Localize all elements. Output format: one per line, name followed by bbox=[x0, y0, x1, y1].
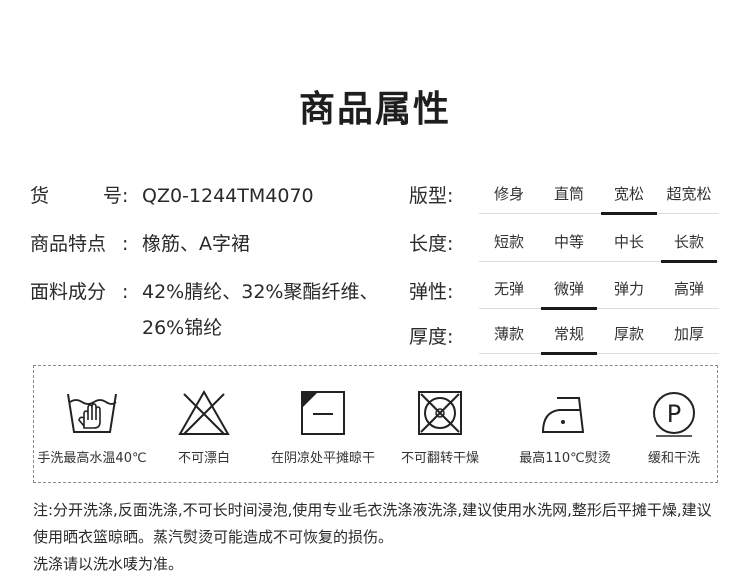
care-notes-text: 注:分开洗涤,反面洗涤,不可长时间浸泡,使用专业毛衣洗涤液洗涤,建议使用水洗网,… bbox=[33, 501, 712, 546]
care-label: 手洗最高水温40℃ bbox=[37, 451, 147, 466]
attr-thickness-label: 厚度: bbox=[409, 326, 454, 348]
attr-thickness-options: 薄款 常规 厚款 加厚 bbox=[479, 319, 719, 355]
attr-fit-options: 修身 直筒 宽松 超宽松 bbox=[479, 179, 719, 215]
attr-fit-label: 版型: bbox=[409, 185, 454, 207]
care-label: 不可翻转干燥 bbox=[400, 451, 479, 466]
care-label: 不可漂白 bbox=[177, 451, 230, 466]
iron-icon bbox=[541, 397, 585, 433]
care-instructions-panel: 手洗最高水温40℃ 不可漂白 在阴凉处平摊晾干 不可翻转干燥 最高110℃熨烫 bbox=[33, 365, 718, 483]
attr-fit-option-selected: 宽松 bbox=[599, 179, 659, 215]
care-label: 在阴凉处平摊晾干 bbox=[270, 451, 375, 466]
no-bleach-icon bbox=[178, 389, 230, 435]
spec-item-number-label-char: 货 bbox=[30, 185, 50, 207]
care-item-flat-dry-shade: 在阴凉处平摊晾干 bbox=[263, 388, 383, 468]
spec-item-number-value: QZ0-1244TM4070 bbox=[142, 185, 314, 207]
care-item-iron: 最高110℃熨烫 bbox=[505, 388, 625, 468]
spec-features-value: 橡筋、A字裙 bbox=[142, 233, 250, 255]
dry-clean-letter: P bbox=[667, 400, 681, 428]
care-label: 缓和干洗 bbox=[647, 451, 700, 466]
attr-length-option: 短款 bbox=[493, 233, 524, 251]
spec-item-number-label: 货 号 bbox=[30, 183, 122, 209]
attr-thickness-option: 薄款 bbox=[493, 325, 524, 343]
attr-length-label: 长度: bbox=[409, 233, 454, 255]
attr-thickness-option: 加厚 bbox=[673, 325, 704, 343]
care-label: 最高110℃熨烫 bbox=[519, 451, 611, 466]
spec-material-label: 面料成分 bbox=[30, 281, 107, 303]
attr-fit-option: 超宽松 bbox=[666, 185, 712, 203]
attr-thickness-option-selected: 常规 bbox=[539, 319, 599, 355]
attr-length-option: 中长 bbox=[613, 233, 644, 251]
attr-length-option-selected: 长款 bbox=[659, 227, 719, 263]
attr-elasticity-option-selected: 微弹 bbox=[539, 274, 599, 310]
spec-item-number-label-char: 号 bbox=[102, 185, 122, 207]
attr-length-options: 短款 中等 中长 长款 bbox=[479, 227, 719, 263]
attr-elasticity-options: 无弹 微弹 弹力 高弹 bbox=[479, 274, 719, 310]
attr-fit-option: 修身 bbox=[493, 185, 524, 203]
care-item-hand-wash: 手洗最高水温40℃ bbox=[32, 388, 152, 468]
attr-elasticity-option: 高弹 bbox=[673, 280, 704, 298]
care-notes: 注:分开洗涤,反面洗涤,不可长时间浸泡,使用专业毛衣洗涤液洗涤,建议使用水洗网,… bbox=[33, 497, 723, 578]
attr-thickness-option: 厚款 bbox=[613, 325, 644, 343]
care-item-dry-clean: P 缓和干洗 bbox=[614, 388, 734, 468]
page-title: 商品属性 bbox=[298, 89, 451, 130]
care-item-no-bleach: 不可漂白 bbox=[144, 388, 264, 468]
line-dry-flat-shade-icon bbox=[301, 391, 345, 435]
dry-clean-p-icon: P bbox=[653, 392, 695, 437]
care-item-no-tumble-dry: 不可翻转干燥 bbox=[380, 388, 500, 468]
care-notes-footer: 洗涤请以洗水唛为准。 bbox=[33, 555, 184, 573]
spec-material-value: 42%腈纶、32%聚酯纤维、26%锦纶 bbox=[142, 281, 379, 339]
attr-length-option: 中等 bbox=[553, 233, 584, 251]
spec-colon: : bbox=[122, 233, 129, 255]
spec-features-label: 商品特点 bbox=[30, 233, 107, 255]
hand-wash-icon bbox=[67, 393, 117, 433]
spec-colon: : bbox=[122, 281, 129, 303]
spec-colon: : bbox=[122, 185, 129, 207]
attr-elasticity-option: 无弹 bbox=[493, 280, 524, 298]
attr-elasticity-label: 弹性: bbox=[409, 281, 454, 303]
attr-elasticity-option: 弹力 bbox=[613, 280, 644, 298]
attr-fit-option: 直筒 bbox=[553, 185, 584, 203]
no-tumble-dry-icon bbox=[418, 391, 462, 435]
